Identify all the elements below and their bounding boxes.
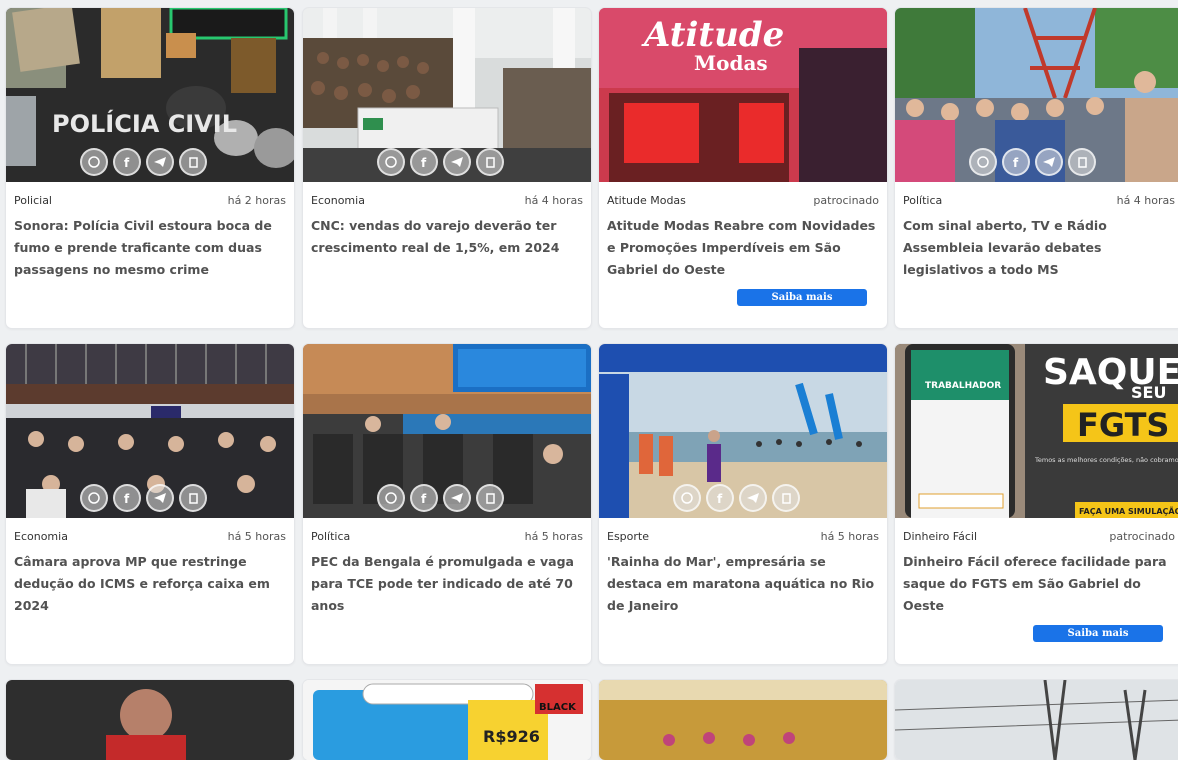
svg-text:f: f <box>1013 156 1019 169</box>
ad-small-text: Temos as melhores condições, não cobramo… <box>1034 456 1178 464</box>
timestamp: há 4 horas <box>1116 194 1175 207</box>
ad-cta-text: FAÇA UMA SIMULAÇÃO <box>1079 506 1178 516</box>
copy-icon[interactable] <box>179 148 207 176</box>
store-logo-subtext: Modas <box>694 51 768 75</box>
news-image[interactable] <box>599 680 887 760</box>
news-card[interactable]: BLACK R$926 <box>303 680 591 760</box>
category-label[interactable]: Atitude Modas <box>607 194 686 207</box>
badge-text: POLÍCIA CIVIL <box>52 109 237 138</box>
news-card[interactable] <box>895 680 1178 760</box>
whatsapp-icon[interactable] <box>377 148 405 176</box>
svg-text:f: f <box>717 492 723 505</box>
facebook-icon[interactable]: f <box>113 148 141 176</box>
timestamp: há 4 horas <box>524 194 583 207</box>
news-image[interactable]: Atitude Modas <box>599 8 887 182</box>
news-title[interactable]: Câmara aprova MP que restringe dedução d… <box>6 543 294 617</box>
telegram-icon[interactable] <box>443 148 471 176</box>
news-title[interactable]: PEC da Bengala é promulgada e vaga para … <box>303 543 591 617</box>
timestamp: há 5 horas <box>227 530 286 543</box>
share-bar: f <box>377 484 504 512</box>
whatsapp-icon[interactable] <box>673 484 701 512</box>
seu-text: SEU <box>1131 383 1166 402</box>
category-label[interactable]: Policial <box>14 194 52 207</box>
telegram-icon[interactable] <box>146 484 174 512</box>
news-title[interactable]: Com sinal aberto, TV e Rádio Assembleia … <box>895 207 1178 281</box>
category-label[interactable]: Economia <box>14 530 68 543</box>
news-image[interactable]: f <box>895 8 1178 182</box>
facebook-icon[interactable]: f <box>706 484 734 512</box>
saiba-mais-button[interactable]: Saiba mais <box>737 289 867 306</box>
svg-text:f: f <box>421 156 427 169</box>
facebook-icon[interactable]: f <box>113 484 141 512</box>
svg-text:f: f <box>124 492 130 505</box>
news-image[interactable] <box>6 680 294 760</box>
category-label[interactable]: Dinheiro Fácil <box>903 530 977 543</box>
news-card[interactable]: f Economia há 5 horas Câmara aprova MP q… <box>6 344 294 664</box>
app-header-text: TRABALHADOR <box>925 381 1001 391</box>
store-logo-text: Atitude <box>641 15 784 55</box>
svg-text:f: f <box>421 492 427 505</box>
timestamp: há 5 horas <box>820 530 879 543</box>
telegram-icon[interactable] <box>739 484 767 512</box>
fgts-text: FGTS <box>1077 406 1169 444</box>
telegram-icon[interactable] <box>443 484 471 512</box>
news-card[interactable]: Atitude Modas Atitude Modas patrocinado … <box>599 8 887 328</box>
share-bar: f <box>80 148 207 176</box>
facebook-icon[interactable]: f <box>410 148 438 176</box>
news-image[interactable]: f <box>303 344 591 518</box>
whatsapp-icon[interactable] <box>377 484 405 512</box>
news-image[interactable]: f <box>6 344 294 518</box>
share-bar: f <box>673 484 800 512</box>
news-card[interactable]: TRABALHADOR SAQUE SEU FGTS Temos as melh… <box>895 344 1178 664</box>
news-image[interactable]: POLÍCIA CIVIL f <box>6 8 294 182</box>
saiba-mais-button[interactable]: Saiba mais <box>1033 625 1163 642</box>
whatsapp-icon[interactable] <box>80 148 108 176</box>
copy-icon[interactable] <box>476 148 504 176</box>
facebook-icon[interactable]: f <box>410 484 438 512</box>
news-image[interactable]: f <box>303 8 591 182</box>
news-card[interactable]: f Política há 4 horas Com sinal aberto, … <box>895 8 1178 328</box>
telegram-icon[interactable] <box>1035 148 1063 176</box>
news-card[interactable]: f Política há 5 horas PEC da Bengala é p… <box>303 344 591 664</box>
share-bar: f <box>969 148 1096 176</box>
news-image[interactable]: TRABALHADOR SAQUE SEU FGTS Temos as melh… <box>895 344 1178 518</box>
news-card[interactable]: f Esporte há 5 horas 'Rainha do Mar', em… <box>599 344 887 664</box>
category-label[interactable]: Economia <box>311 194 365 207</box>
svg-text:f: f <box>124 156 130 169</box>
copy-icon[interactable] <box>476 484 504 512</box>
news-title[interactable]: 'Rainha do Mar', empresária se destaca e… <box>599 543 887 617</box>
facebook-icon[interactable]: f <box>1002 148 1030 176</box>
share-bar: f <box>377 148 504 176</box>
news-title[interactable]: Sonora: Polícia Civil estoura boca de fu… <box>6 207 294 281</box>
banner-price: R$926 <box>483 727 540 746</box>
category-label[interactable]: Política <box>311 530 350 543</box>
telegram-icon[interactable] <box>146 148 174 176</box>
news-image[interactable] <box>895 680 1178 760</box>
news-title[interactable]: CNC: vendas do varejo deverão ter cresci… <box>303 207 591 259</box>
copy-icon[interactable] <box>179 484 207 512</box>
sponsored-label: patrocinado <box>1109 530 1175 543</box>
news-card[interactable] <box>599 680 887 760</box>
news-card[interactable]: f Economia há 4 horas CNC: vendas do var… <box>303 8 591 328</box>
timestamp: há 5 horas <box>524 530 583 543</box>
share-bar: f <box>80 484 207 512</box>
whatsapp-icon[interactable] <box>969 148 997 176</box>
news-image[interactable]: f <box>599 344 887 518</box>
timestamp: há 2 horas <box>227 194 286 207</box>
category-label[interactable]: Esporte <box>607 530 649 543</box>
news-title[interactable]: Atitude Modas Reabre com Novidades e Pro… <box>599 207 887 281</box>
news-title[interactable]: Dinheiro Fácil oferece facilidade para s… <box>895 543 1178 617</box>
banner-tag: BLACK <box>539 702 577 713</box>
news-card[interactable] <box>6 680 294 760</box>
sponsored-label: patrocinado <box>813 194 879 207</box>
category-label[interactable]: Política <box>903 194 942 207</box>
news-image[interactable]: BLACK R$926 <box>303 680 591 760</box>
whatsapp-icon[interactable] <box>80 484 108 512</box>
news-card[interactable]: POLÍCIA CIVIL f Policial há 2 horas Sono… <box>6 8 294 328</box>
copy-icon[interactable] <box>1068 148 1096 176</box>
copy-icon[interactable] <box>772 484 800 512</box>
